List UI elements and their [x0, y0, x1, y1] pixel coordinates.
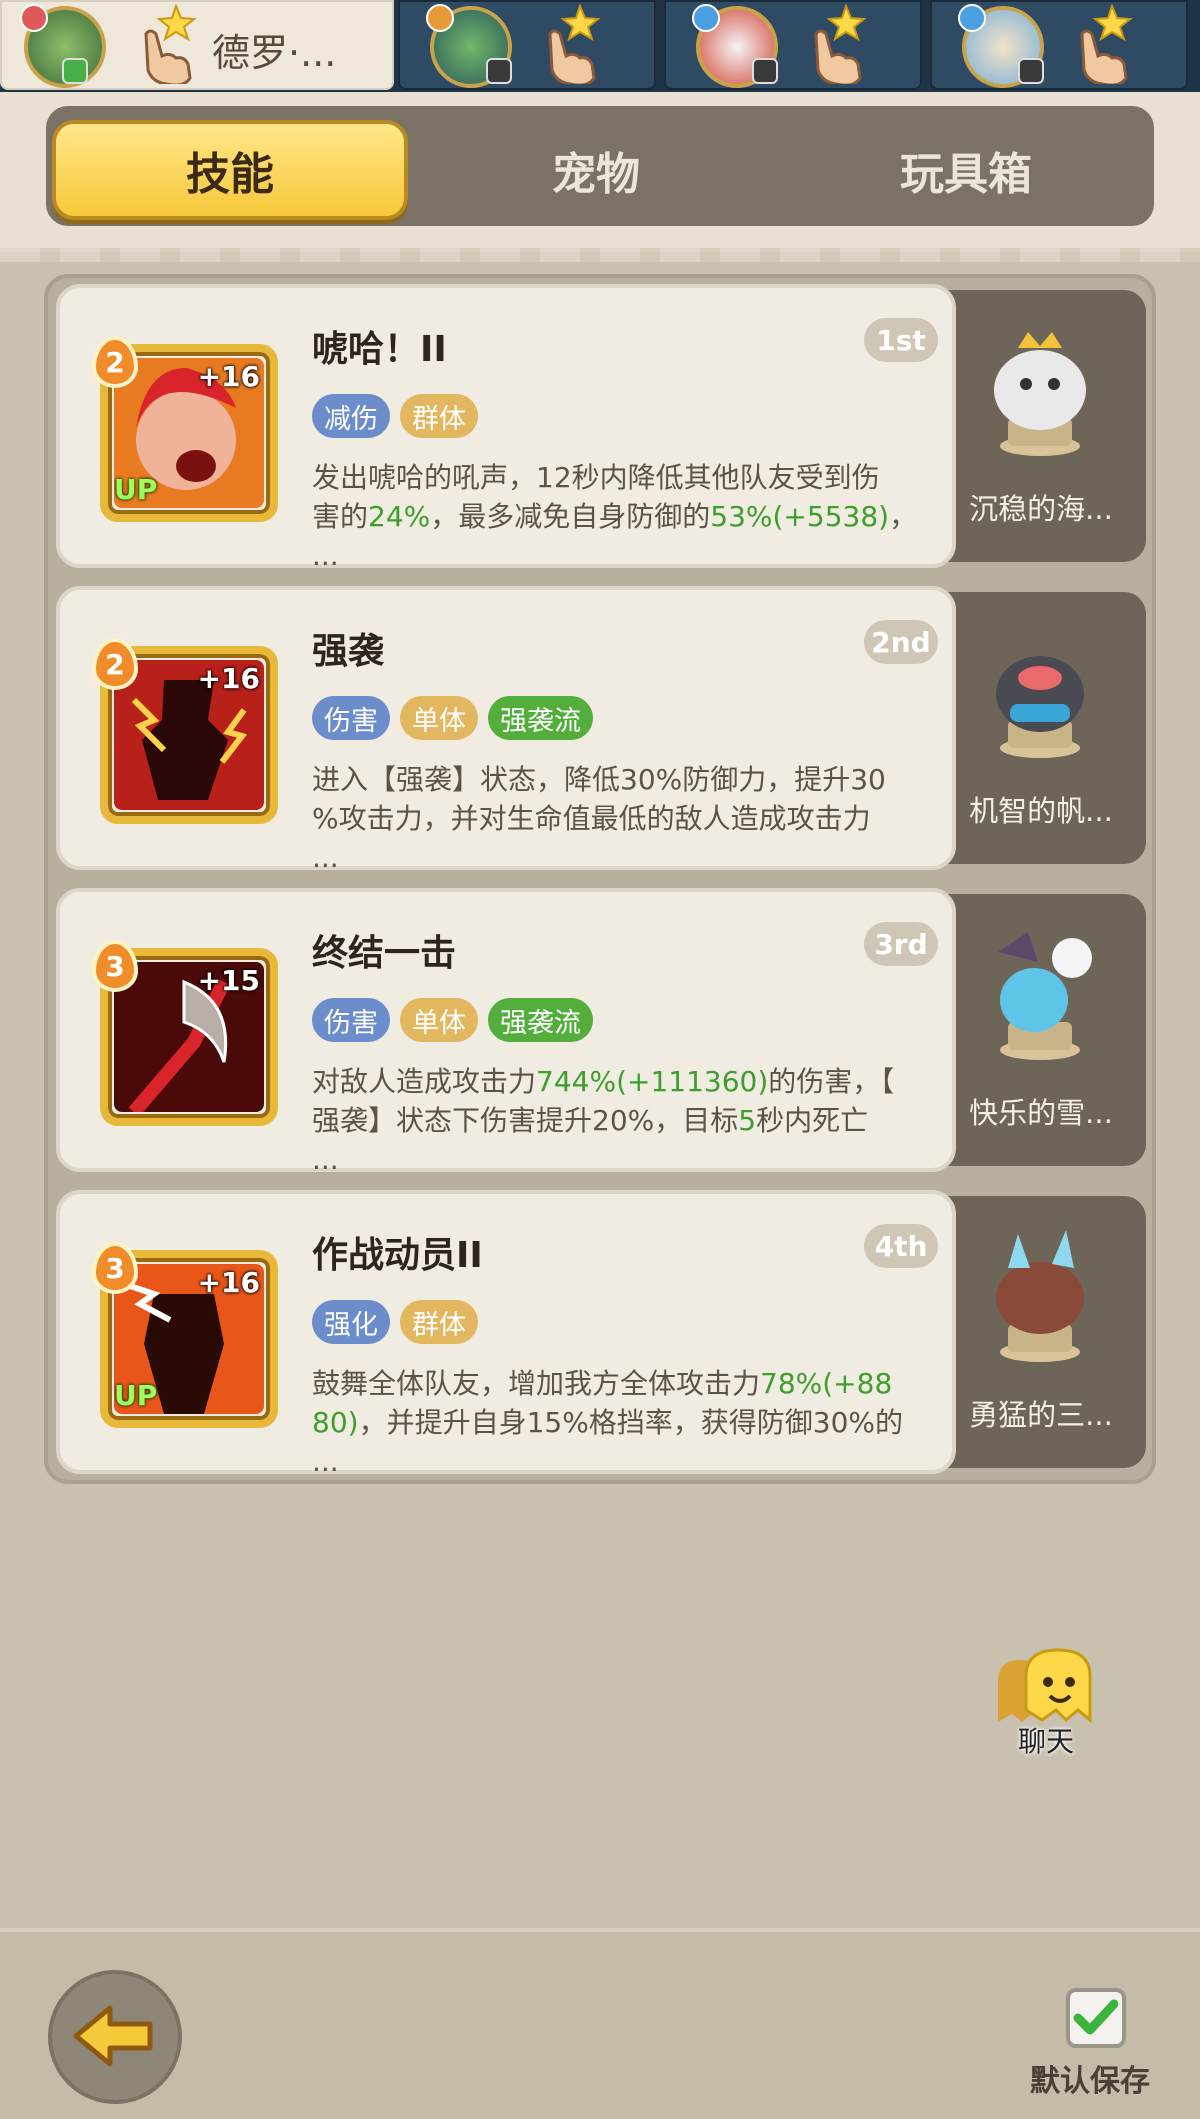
skill-tags: 伤害 单体 强袭流 [312, 998, 593, 1042]
skill-tag: 群体 [400, 394, 478, 438]
back-arrow-icon [73, 2005, 153, 2067]
skill-card[interactable]: 快乐的雪... 3 +15 终结一击 3rd 伤害 单体 强袭流 对敌人造成攻击… [56, 888, 1154, 1176]
tap-hand-icon [548, 4, 601, 84]
skill-description: 发出唬哈的吼声，12秒内降低其他队友受到伤 害的24%，最多减免自身防御的53%… [312, 461, 918, 572]
locked-badge-icon [486, 58, 512, 84]
skill-tag: 单体 [400, 696, 478, 740]
pet-name: 沉稳的海... [969, 492, 1113, 526]
level-badge: 2 [92, 638, 138, 690]
pet-figure-icon [996, 1230, 1084, 1362]
skill-bonus: +16 [197, 662, 260, 695]
tap-hand-icon [144, 4, 197, 84]
hero-tab-2[interactable] [398, 0, 656, 90]
pet-figure-icon [998, 932, 1092, 1060]
skill-tag: 伤害 [312, 696, 390, 740]
element-icon [20, 4, 48, 32]
element-icon [426, 4, 454, 32]
skill-icon[interactable]: 3 +15 [92, 940, 278, 1126]
default-save-label: 默认保存 [1030, 2064, 1150, 2099]
skill-tag: 减伤 [312, 394, 390, 438]
skill-title: 强袭 [312, 631, 385, 672]
back-button[interactable] [48, 1970, 182, 2104]
top-tab-panel: 技能 宠物 玩具箱 [0, 92, 1200, 262]
pet-name: 勇猛的三... [969, 1398, 1113, 1432]
level-badge: 2 [92, 336, 138, 388]
checkmark-icon [1073, 1999, 1119, 2035]
pet-figure-icon [994, 332, 1086, 456]
tap-hand-icon [814, 4, 867, 84]
upgrade-tag: UP [114, 473, 158, 506]
pet-slot[interactable]: 机智的帆... [936, 592, 1146, 864]
skill-title: 唬哈！II [312, 329, 447, 370]
skill-icon[interactable]: 2 +16 [92, 638, 278, 824]
selected-badge-icon [62, 58, 88, 84]
skill-tag: 强化 [312, 1300, 390, 1344]
hero-name: 德罗·... [212, 31, 337, 75]
pet-slot[interactable]: 勇猛的三... [936, 1196, 1146, 1468]
skill-tag: 群体 [400, 1300, 478, 1344]
skill-description: 鼓舞全体队友，增加我方全体攻击力78%(+88 80)，并提升自身15%格挡率，… [312, 1367, 904, 1478]
skill-tag: 伤害 [312, 998, 390, 1042]
bottom-bar: 默认保存 [0, 1928, 1200, 2119]
level-badge: 3 [92, 1242, 138, 1294]
skill-card-body: 2 +16 UP 唬哈！II 1st 减伤 群体 发出唬哈的吼声，12秒内降低其… [56, 284, 956, 572]
skill-card[interactable]: 机智的帆... 2 +16 强袭 2nd 伤害 单体 强袭流 进入【强袭】状态，… [56, 586, 1154, 874]
pet-name: 快乐的雪... [969, 1096, 1113, 1130]
pet-figure-icon [996, 656, 1084, 758]
skill-card-body: 3 +15 终结一击 3rd 伤害 单体 强袭流 对敌人造成攻击力744%(+1… [56, 888, 956, 1176]
skill-rank: 3rd [864, 922, 938, 966]
skill-icon[interactable]: 3 +16 UP [92, 1242, 278, 1428]
segmented-tabs: 技能 宠物 玩具箱 [46, 106, 1154, 226]
element-icon [692, 4, 720, 32]
skill-card[interactable]: 勇猛的三... 3 +16 UP 作战动员II 4th 强化 群体 鼓舞全体队友… [56, 1190, 1154, 1478]
pet-slot[interactable]: 沉稳的海... [936, 290, 1146, 562]
pet-slot[interactable]: 快乐的雪... [936, 894, 1146, 1166]
locked-badge-icon [752, 58, 778, 84]
hero-tab-1[interactable]: 德罗·... [0, 0, 394, 90]
skill-icon[interactable]: 2 +16 UP [92, 336, 278, 522]
element-icon [958, 4, 986, 32]
skill-tag: 单体 [400, 998, 478, 1042]
tab-skills[interactable]: 技能 [52, 120, 408, 220]
skill-card-body: 3 +16 UP 作战动员II 4th 强化 群体 鼓舞全体队友，增加我方全体攻… [56, 1190, 956, 1478]
hero-tab-bar: 德罗·... [0, 0, 1200, 92]
skill-description: 对敌人造成攻击力744%(+111360)的伤害，【 强袭】状态下伤害提升20%… [312, 1065, 895, 1176]
pet-name: 机智的帆... [969, 794, 1113, 828]
skill-list: 沉稳的海... 2 +16 UP 唬哈！II 1st 减伤 群体 发出唬哈的吼声… [44, 274, 1156, 1484]
skill-card-body: 2 +16 强袭 2nd 伤害 单体 强袭流 进入【强袭】状态，降低30%防御力… [56, 586, 956, 874]
skill-tags: 强化 群体 [312, 1300, 478, 1344]
locked-badge-icon [1018, 58, 1044, 84]
upgrade-tag: UP [114, 1379, 158, 1412]
skill-rank: 1st [864, 318, 938, 362]
skill-rank: 4th [864, 1224, 938, 1268]
skill-title: 作战动员II [312, 1235, 483, 1276]
skill-bonus: +16 [197, 1266, 260, 1299]
tab-toybox[interactable]: 玩具箱 [786, 120, 1146, 220]
default-save-checkbox[interactable] [1066, 1988, 1126, 2048]
skill-title: 终结一击 [312, 933, 457, 974]
skill-card[interactable]: 沉稳的海... 2 +16 UP 唬哈！II 1st 减伤 群体 发出唬哈的吼声… [56, 284, 1154, 572]
skill-bonus: +15 [197, 964, 260, 997]
skill-tag: 强袭流 [488, 696, 593, 740]
skill-tags: 减伤 群体 [312, 394, 478, 438]
skill-tags: 伤害 单体 强袭流 [312, 696, 593, 740]
skill-tag: 强袭流 [488, 998, 593, 1042]
chat-label: 聊天 [1017, 1725, 1074, 1758]
skill-description: 进入【强袭】状态，降低30%防御力，提升30 %攻击力，并对生命值最低的敌人造成… [312, 763, 886, 874]
level-badge: 3 [92, 940, 138, 992]
skill-rank: 2nd [864, 620, 938, 664]
tap-hand-icon [1080, 4, 1133, 84]
hero-tab-3[interactable] [664, 0, 922, 90]
chat-button[interactable]: 聊天 [980, 1648, 1112, 1758]
skill-bonus: +16 [197, 360, 260, 393]
hero-tab-4[interactable] [930, 0, 1188, 90]
tab-pets[interactable]: 宠物 [426, 120, 766, 220]
